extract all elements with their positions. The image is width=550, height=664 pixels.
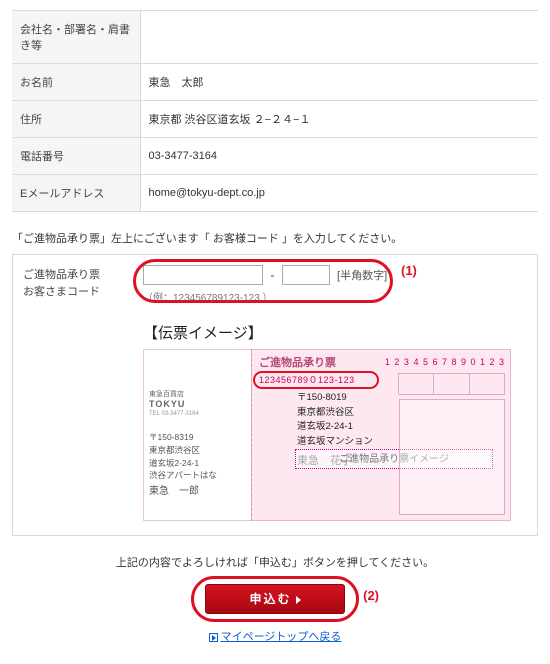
row-address-value: 東京都 渋谷区道玄坂 ２−２４−１ (140, 101, 538, 138)
code-example: （例：123456789123-123 ） (143, 289, 387, 304)
annotation-2: (2) (363, 588, 379, 603)
code-instruction: 「ご進物品承り票」左上にございます「 お客様コード 」を入力してください。 (12, 230, 538, 246)
back-to-mypage-link[interactable]: マイページトップへ戻る (221, 631, 342, 643)
confirm-text: 上記の内容でよろしければ「申込む」ボタンを押してください。 (12, 554, 538, 570)
slip-sample-image: ご進物品承り票 1 2 3 4 5 6 7 8 9 0 1 2 3 123456… (143, 349, 511, 521)
slip-title: ご進物品承り票 (259, 354, 336, 370)
slip-right-grid (399, 373, 505, 515)
code-label: ご進物品承り票 お客さまコード (23, 265, 143, 521)
apply-button[interactable]: 申込む (205, 584, 345, 614)
slip-heading: 【伝票イメージ】 (143, 322, 527, 343)
chevron-right-icon (296, 596, 301, 604)
code-format-hint: [半角数字] (337, 270, 387, 282)
row-email-label: Eメールアドレス (12, 175, 140, 212)
apply-button-label: 申込む (249, 592, 291, 606)
customer-code-input-1[interactable] (143, 265, 263, 285)
row-company-value (140, 11, 538, 64)
customer-code-box: ご進物品承り票 お客さまコード - [半角数字] （例：123456789123… (12, 254, 538, 536)
slip-code-sample: 123456789０123-123 (259, 373, 355, 386)
slip-sender: 〒150-8319 東京都渋谷区 道玄坂2-24-1 渋谷アパートはな 東急 一… (149, 431, 217, 499)
slip-digits: 1 2 3 4 5 6 7 8 9 0 1 2 3 (385, 357, 505, 367)
arrow-right-icon (209, 633, 218, 642)
row-name-value: 東急 太郎 (140, 64, 538, 101)
row-company-label: 会社名・部署名・肩書き等 (12, 11, 140, 64)
code-separator: - (266, 268, 278, 282)
slip-brand: 東急百貨店 TOKYU TEL 03-3477-3164 (149, 389, 199, 419)
row-phone-label: 電話番号 (12, 138, 140, 175)
customer-code-input-2[interactable] (282, 265, 330, 285)
annotation-1: (1) (401, 263, 417, 278)
row-name-label: お名前 (12, 64, 140, 101)
row-address-label: 住所 (12, 101, 140, 138)
row-email-value: home@tokyu-dept.co.jp (140, 175, 538, 212)
row-phone-value: 03-3477-3164 (140, 138, 538, 175)
customer-info-table: 会社名・部署名・肩書き等 お名前東急 太郎 住所東京都 渋谷区道玄坂 ２−２４−… (12, 10, 538, 212)
